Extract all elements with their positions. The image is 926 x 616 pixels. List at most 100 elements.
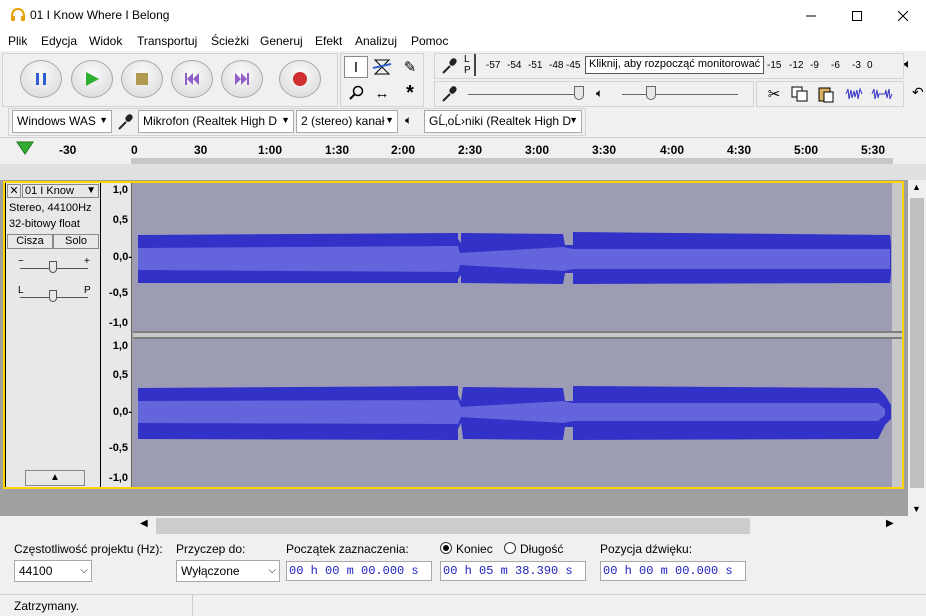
- playback-device-select[interactable]: GĹ‚oĹ›niki (Realtek High D ▼: [424, 110, 582, 133]
- chevron-down-icon: ▼: [569, 115, 578, 125]
- chevron-down-icon: ▼: [281, 115, 290, 125]
- length-radio-label: Długość: [520, 542, 564, 556]
- selection-tool-button[interactable]: I: [344, 56, 368, 78]
- menu-generuj[interactable]: Generuj: [260, 34, 303, 48]
- chevron-down-icon: ⌵: [268, 565, 276, 576]
- recording-channels-select[interactable]: 2 (stereo) kanał ▼: [296, 110, 398, 133]
- silence-button[interactable]: [870, 83, 894, 105]
- paste-button[interactable]: [814, 83, 838, 105]
- ruler-tick-label: 4:30: [727, 143, 752, 157]
- silence-audio-icon: [871, 88, 893, 100]
- trim-button[interactable]: [842, 83, 866, 105]
- skip-start-icon: [185, 73, 199, 85]
- multi-tool-button[interactable]: *: [398, 82, 422, 104]
- menu-analizuj[interactable]: Analizuj: [355, 34, 397, 48]
- skip-to-end-button[interactable]: [221, 60, 263, 98]
- project-rate-select[interactable]: 44100 ⌵: [14, 560, 92, 582]
- input-volume-mic-icon: [440, 84, 460, 107]
- playback-device-value: GĹ‚oĹ›niki (Realtek High D: [429, 114, 572, 128]
- snap-to-label: Przyczep do:: [176, 542, 246, 556]
- output-volume-slider-thumb[interactable]: [646, 86, 656, 100]
- audio-position-value: 00 h 00 m 00.000 s: [603, 564, 733, 578]
- output-volume-slider-track: [622, 94, 738, 95]
- record-icon: [293, 72, 307, 86]
- selection-start-time[interactable]: 00 h 00 m 00.000 s: [286, 561, 432, 581]
- audacity-app-icon: [10, 7, 26, 22]
- scroll-left-icon[interactable]: ◀: [140, 518, 148, 529]
- recording-channels-value: 2 (stereo) kanał: [301, 114, 385, 128]
- scissors-icon: ✂: [767, 86, 781, 103]
- meter-tick: -12: [789, 60, 804, 71]
- meter-tick: -6: [831, 60, 840, 71]
- menu-pomoc[interactable]: Pomoc: [411, 34, 448, 48]
- menu-widok[interactable]: Widok: [89, 34, 122, 48]
- snap-to-select[interactable]: Wyłączone ⌵: [176, 560, 280, 582]
- vertical-scrollbar[interactable]: ▲ ▼: [908, 180, 926, 516]
- stop-button[interactable]: [121, 60, 163, 98]
- end-radio[interactable]: [440, 542, 452, 554]
- copy-button[interactable]: [788, 83, 812, 105]
- record-button[interactable]: [279, 60, 321, 98]
- menu-efekt[interactable]: Efekt: [315, 34, 342, 48]
- chevron-down-icon: ▼: [385, 115, 394, 125]
- selection-end-time[interactable]: 00 h 05 m 38.390 s: [440, 561, 586, 581]
- ruler-tick-label: 5:00: [794, 143, 819, 157]
- menu-edycja[interactable]: Edycja: [41, 34, 77, 48]
- length-radio[interactable]: [504, 542, 516, 554]
- pencil-icon: ✎: [403, 59, 417, 76]
- playback-device-speaker-icon: 🔈︎: [405, 113, 413, 127]
- undo-icon[interactable]: ↶: [912, 84, 924, 101]
- monitor-tooltip[interactable]: Kliknij, aby rozpocząć monitorować: [585, 56, 765, 74]
- meter-tick: -3: [852, 60, 861, 71]
- ruler-tick-label: 30: [194, 143, 208, 157]
- ruler-tick-label: 1:00: [258, 143, 283, 157]
- pause-button[interactable]: [20, 60, 62, 98]
- playback-meter-speaker-icon[interactable]: 🔈︎: [904, 56, 924, 76]
- scroll-up-icon[interactable]: ▲: [912, 182, 921, 192]
- ibeam-icon: I: [353, 58, 359, 76]
- zoom-tool-button[interactable]: [344, 82, 368, 104]
- skip-to-start-button[interactable]: [171, 60, 213, 98]
- play-button[interactable]: [71, 60, 113, 98]
- recording-device-mic-icon: [116, 112, 136, 135]
- meter-tick: -54: [507, 60, 522, 71]
- meter-tick: -48: [549, 60, 564, 71]
- ruler-tick-label: 4:00: [660, 143, 685, 157]
- minimize-button[interactable]: [788, 0, 834, 31]
- draw-tool-button[interactable]: ✎: [398, 56, 422, 78]
- cut-button[interactable]: ✂: [762, 83, 786, 105]
- pause-icon: [36, 73, 46, 85]
- meter-channel-labels: LP: [464, 54, 471, 76]
- horizontal-scroll-thumb[interactable]: [156, 518, 750, 534]
- play-icon: [86, 72, 99, 86]
- ruler-tick-label: 1:30: [325, 143, 350, 157]
- meter-tick: -15: [767, 60, 782, 71]
- record-meter-mic-icon[interactable]: [440, 56, 460, 79]
- menu-plik[interactable]: Plik: [8, 34, 27, 48]
- scroll-down-icon[interactable]: ▼: [912, 504, 921, 514]
- end-radio-label: Koniec: [456, 542, 493, 556]
- play-at-cursor-icon[interactable]: [16, 141, 34, 158]
- ruler-tick-label: 2:00: [391, 143, 416, 157]
- close-button[interactable]: [880, 0, 926, 31]
- scroll-right-icon[interactable]: ▶: [886, 518, 894, 529]
- ruler-tick-label: -30: [59, 143, 77, 157]
- menu-transportuj[interactable]: Transportuj: [137, 34, 197, 48]
- audio-position-time[interactable]: 00 h 00 m 00.000 s: [600, 561, 746, 581]
- project-rate-label: Częstotliwość projektu (Hz):: [14, 542, 163, 556]
- audio-host-select[interactable]: Windows WAS ▼: [12, 110, 112, 133]
- status-divider: [192, 595, 193, 616]
- envelope-tool-button[interactable]: [370, 56, 394, 78]
- project-rate-value: 44100: [19, 564, 53, 578]
- ruler-tick-label: 5:30: [861, 143, 886, 157]
- magnifier-icon: [349, 85, 364, 100]
- chevron-down-icon: ⌵: [80, 565, 88, 576]
- input-volume-slider-thumb[interactable]: [574, 86, 584, 100]
- maximize-button[interactable]: [834, 0, 880, 31]
- snap-to-value: Wyłączone: [181, 564, 240, 578]
- vertical-scroll-thumb[interactable]: [910, 198, 924, 488]
- menu-sciezki[interactable]: Ścieżki: [211, 34, 249, 48]
- recording-device-select[interactable]: Mikrofon (Realtek High D ▼: [138, 110, 294, 133]
- ruler-tick-label: 0: [131, 143, 138, 157]
- timeshift-tool-button[interactable]: ↔: [370, 82, 394, 104]
